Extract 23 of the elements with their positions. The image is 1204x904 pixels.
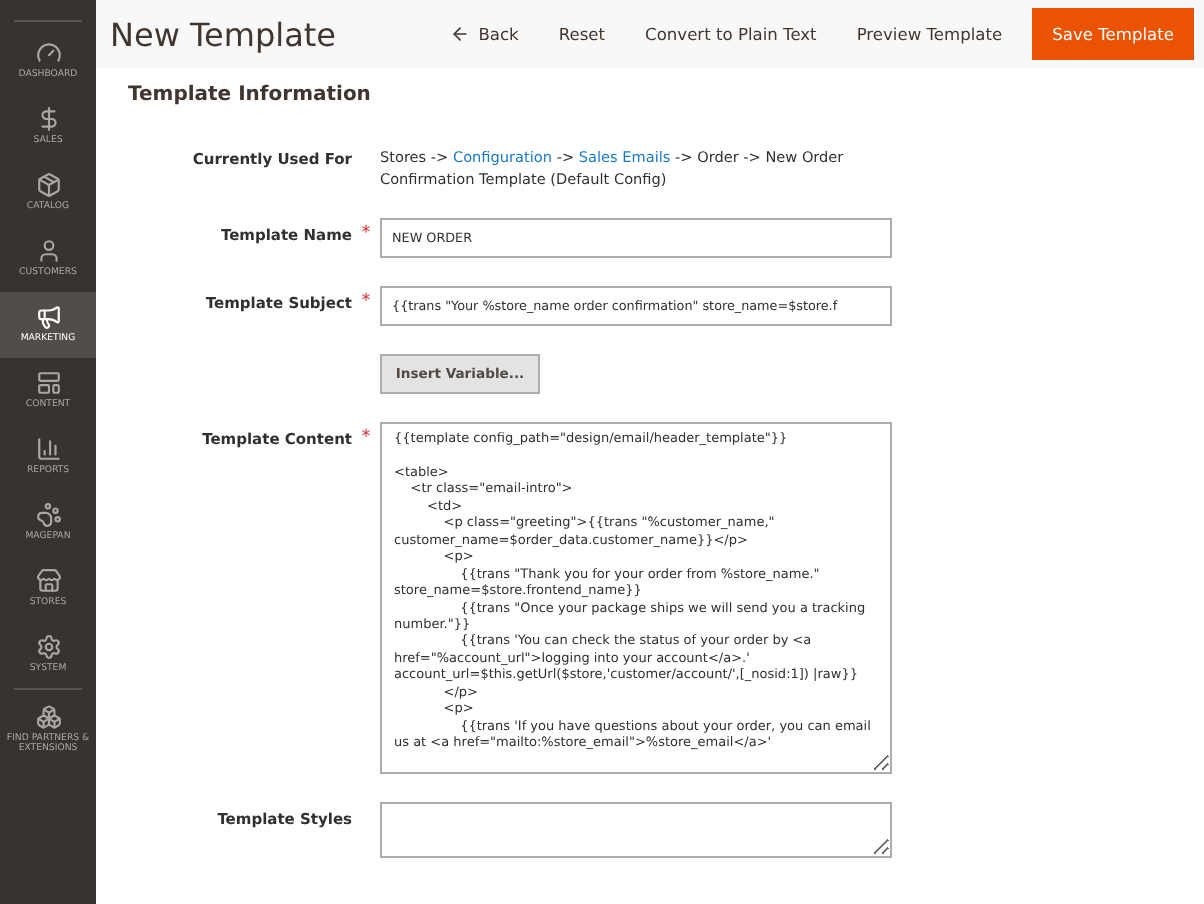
required-mark: * bbox=[359, 426, 373, 449]
menu-icon bbox=[35, 568, 61, 595]
save-button[interactable]: Save Template bbox=[1032, 8, 1194, 60]
header-button[interactable]: Convert to Plain Text bbox=[627, 8, 835, 60]
menu-icon bbox=[35, 703, 61, 729]
header-button[interactable]: Back bbox=[432, 8, 537, 60]
header-button[interactable]: Preview Template bbox=[838, 8, 1021, 60]
menu-icon bbox=[35, 634, 61, 661]
page-title: New Template bbox=[110, 15, 338, 53]
menu-icon bbox=[35, 106, 61, 133]
styles-field[interactable] bbox=[380, 802, 892, 859]
menu-icon bbox=[35, 172, 61, 199]
menu-icon bbox=[35, 436, 61, 463]
arrow-left-icon bbox=[450, 24, 471, 44]
required-mark: * bbox=[359, 222, 373, 245]
section-title: Template Information bbox=[128, 84, 373, 106]
menu-icon bbox=[35, 238, 61, 265]
menu-icon bbox=[35, 370, 61, 397]
header-button[interactable]: Reset bbox=[540, 8, 624, 60]
menu-icon bbox=[35, 40, 61, 67]
menu-icon bbox=[35, 304, 61, 331]
menu-icon bbox=[35, 502, 61, 529]
required-mark: * bbox=[359, 290, 373, 313]
